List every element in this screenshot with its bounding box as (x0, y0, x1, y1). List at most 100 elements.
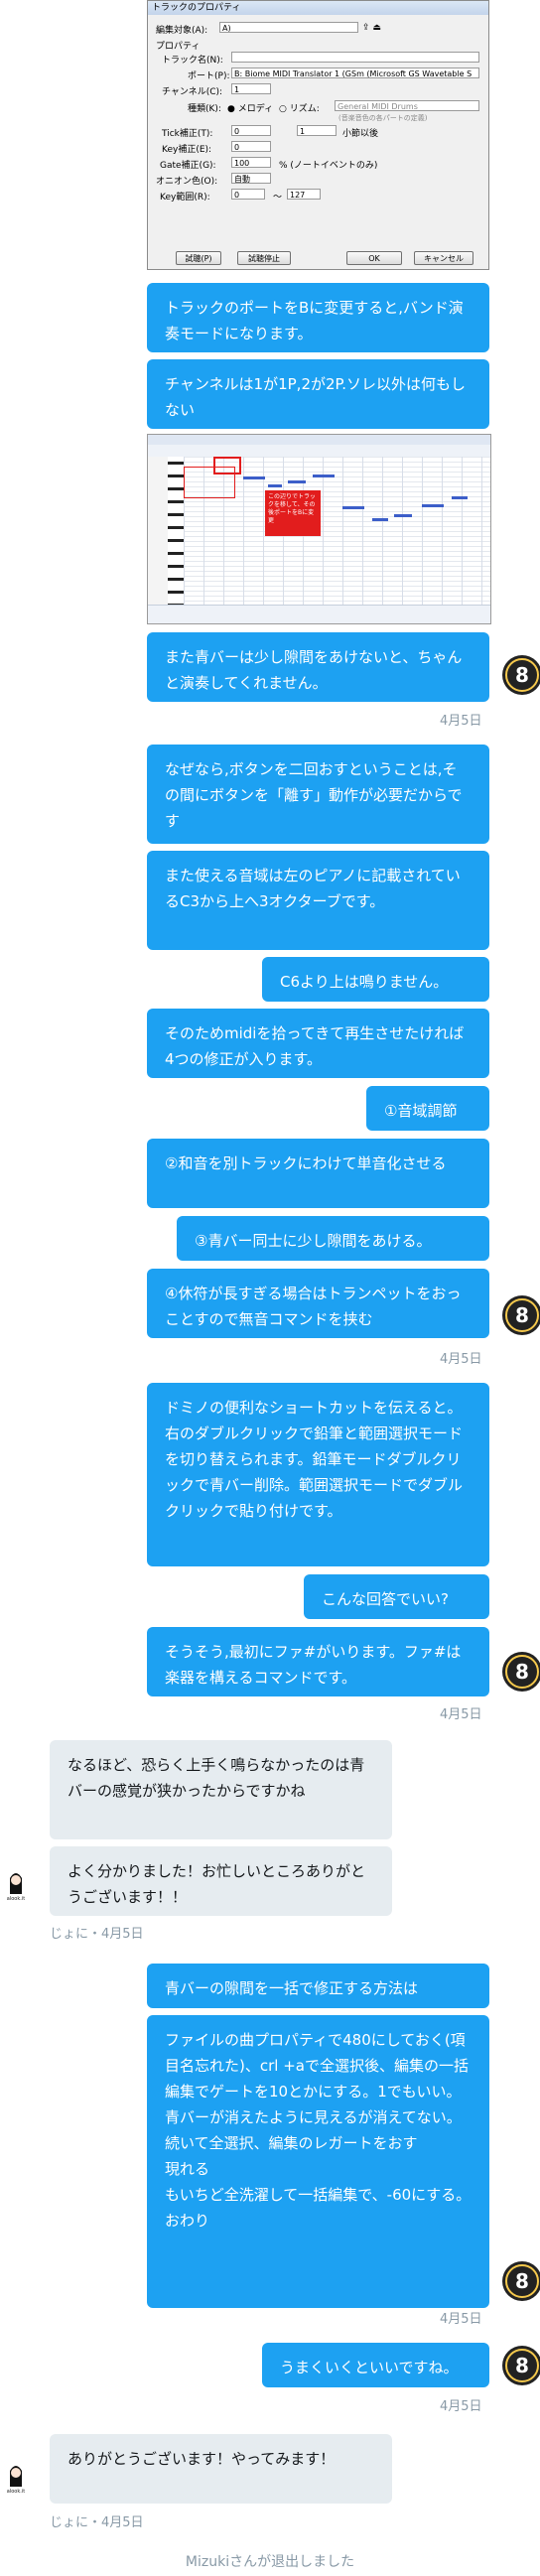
gate-input[interactable]: 100 (231, 157, 271, 168)
message-bubble: ④休符が長すぎる場合はトランペットをおっことすので無音コマンドを挟む (147, 1269, 489, 1338)
grid-line (362, 457, 363, 608)
grid-line (184, 576, 490, 577)
message-bubble-received: なるほど、恐らく上手く鳴らなかったのは青バーの感覚が狭かったからですかね (50, 1740, 392, 1839)
user-avatar[interactable]: 8 (502, 1295, 540, 1335)
track-name-label: トラック名(N): (162, 56, 223, 66)
grid-line (402, 457, 403, 608)
track-name-input[interactable] (231, 52, 479, 63)
grid-line (442, 457, 443, 608)
ok-button[interactable]: OK (346, 251, 402, 265)
roll-menubar (148, 435, 490, 445)
key-input[interactable]: 0 (231, 141, 271, 152)
girl-avatar-icon (10, 1873, 22, 1894)
channel-label: チャンネル(C): (162, 87, 223, 97)
message-bubble: ドミノの便利なショートカットを伝えると。右のダブルクリックで鉛筆と範囲選択モード… (147, 1383, 489, 1566)
message-bubble-received: ありがとうございます！やってみます！ (50, 2434, 392, 2504)
drum-hint: (音楽音色の各パートの定義) (338, 114, 428, 122)
sender-avatar[interactable]: alook.it (2, 2461, 30, 2501)
note-bar (243, 476, 265, 479)
edit-target-select[interactable]: A) (219, 22, 358, 33)
type-label: 種類(K): (188, 104, 221, 114)
grid-line (184, 501, 490, 502)
onkai-select[interactable]: 自動 (231, 173, 271, 184)
message-bubble-received: よく分かりました！お忙しいところありがとうございます！！ (50, 1846, 392, 1916)
dialog-title: トラックのプロパティ (148, 1, 488, 15)
avatar-caption: alook.it (6, 2489, 26, 2495)
grid-line (184, 546, 490, 547)
grid-line (422, 457, 423, 608)
grid-line (184, 591, 490, 592)
message-date: 4月5日 (440, 2312, 482, 2327)
roll-statusbar (148, 605, 490, 623)
message-bubble: 青バーの隙間を一括で修正する方法は (147, 1964, 489, 2008)
property-group-label: プロパティ (156, 42, 201, 52)
message-bubble: そのためmidiを拾ってきて再生させたければ4つの修正が入ります。 (147, 1009, 489, 1078)
type-melody-radio[interactable]: ● メロディ (227, 101, 273, 114)
tick-unit: 小節以後 (342, 129, 379, 139)
type-rhythm-label: リズム: (289, 104, 320, 114)
message-bubble: ②和音を別トラックにわけて単音化させる (147, 1139, 489, 1208)
grid-line (184, 516, 490, 517)
grid-line (184, 541, 490, 542)
cancel-button[interactable]: キャンセル (414, 251, 473, 265)
note-bar (422, 504, 444, 507)
note-bar (288, 480, 306, 483)
grid-line (184, 521, 490, 522)
message-bubble: チャンネルは1が1P,2が2P.ソレ以外は何もしない (147, 359, 489, 429)
user-avatar[interactable]: 8 (502, 2261, 540, 2301)
grid-line (184, 596, 490, 597)
gate-unit: % (ノートイベントのみ) (279, 161, 378, 171)
piano-roll-screenshot: この辺りでトラックを移して、その後ポートをBに変更 (147, 434, 491, 624)
keyrange-label: Key範囲(R): (160, 193, 210, 203)
channel-input[interactable]: 1 (231, 83, 271, 94)
type-rhythm-radio[interactable]: ○ リズム: (279, 101, 320, 114)
grid-line (323, 457, 324, 608)
user-avatar[interactable]: 8 (502, 1652, 540, 1692)
type-melody-label: メロディ (237, 104, 274, 114)
note-bar (452, 496, 468, 499)
highlight-box (213, 457, 241, 475)
grid-line (184, 506, 490, 507)
export-icon[interactable]: ⇪ ⏏ (362, 23, 381, 33)
port-select[interactable]: B: Biome MIDI Translator 1 (GSm (Microso… (231, 68, 479, 78)
grid-line (184, 511, 490, 512)
message-bubble: また青バーは少し隙間をあけないと、ちゃんと演奏してくれません。 (147, 632, 489, 702)
edit-target-label: 編集対象(A): (156, 26, 208, 36)
grid-line (382, 457, 383, 608)
tick-label: Tick補正(T): (162, 129, 213, 139)
tick-input[interactable]: 0 (231, 125, 271, 136)
onkai-label: オニオン色(O): (156, 177, 218, 187)
grid-line (481, 457, 482, 608)
grid-line (184, 571, 490, 572)
note-bar (372, 518, 388, 521)
user-avatar[interactable]: 8 (502, 655, 540, 695)
keyrange-separator: 〜 (273, 193, 283, 203)
grid-line (184, 526, 490, 527)
note-bar (268, 484, 282, 487)
tick-measure-input[interactable]: 1 (297, 125, 337, 136)
keyrange-from-input[interactable]: 0 (231, 189, 265, 200)
drum-select[interactable]: General MIDI Drums (335, 100, 479, 111)
message-bubble: こんな回答でいい? (304, 1574, 489, 1619)
message-meta: じょに・4月5日 (50, 1927, 144, 1942)
note-bar (394, 514, 412, 517)
gate-label: Gate補正(G): (160, 161, 216, 171)
sender-avatar[interactable]: alook.it (2, 1868, 30, 1908)
grid-line (342, 457, 343, 608)
user-avatar[interactable]: 8 (502, 2346, 540, 2385)
test-play-button[interactable]: 試聴(P) (176, 251, 221, 265)
system-notice: Mizukiさんが退出しました (185, 2554, 355, 2570)
key-label: Key補正(E): (162, 145, 212, 155)
keyrange-to-input[interactable]: 127 (287, 189, 321, 200)
port-label: ポート(P): (188, 71, 230, 81)
grid-line (462, 457, 463, 608)
grid-line (184, 566, 490, 567)
grid-line (184, 601, 490, 602)
roll-annotation: この辺りでトラックを移して、その後ポートをBに変更 (265, 490, 321, 536)
track-list (148, 457, 169, 608)
grid-line (184, 581, 490, 582)
message-bubble: ①音域調節 (366, 1086, 489, 1131)
message-bubble: そうそう,最初にファ#がいります。ファ#は楽器を構えるコマンドです。 (147, 1627, 489, 1696)
test-stop-button[interactable]: 試聴停止 (237, 251, 291, 265)
track-properties-screenshot: トラックのプロパティ 編集対象(A): A) ⇪ ⏏ プロパティ トラック名(N… (147, 0, 489, 270)
